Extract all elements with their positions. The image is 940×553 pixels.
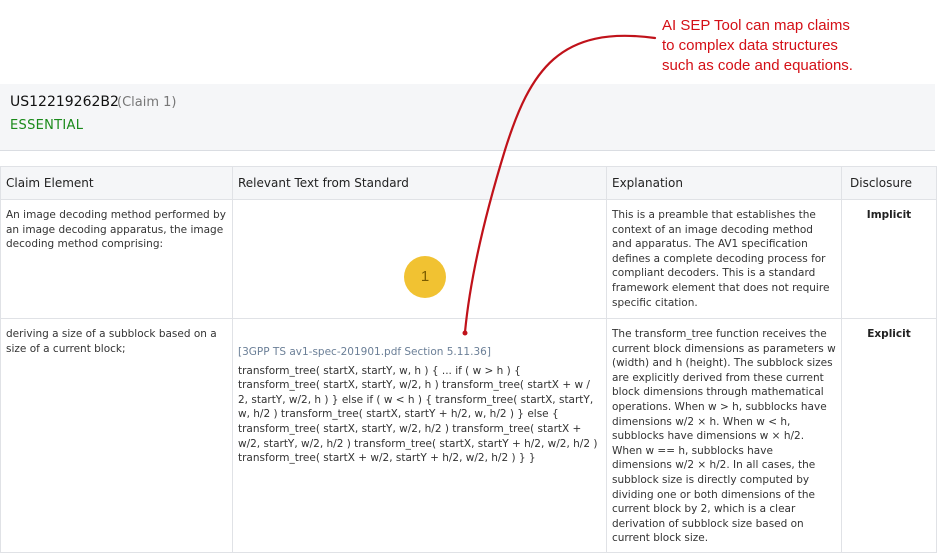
claims-table: Claim Element Relevant Text from Standar… (0, 166, 937, 553)
claim-element-cell: deriving a size of a subblock based on a… (0, 318, 233, 553)
claim-element-cell: An image decoding method performed by an… (0, 199, 233, 319)
disclosure-cell: Explicit (841, 318, 937, 553)
status-badge: ESSENTIAL (10, 118, 84, 133)
callout-line-2: to complex data structures (662, 37, 838, 54)
explanation-cell: The transform_tree function receives the… (606, 318, 842, 553)
column-header-explanation: Explanation (606, 166, 842, 200)
callout-line-3: such as code and equations. (662, 57, 853, 74)
table-row: deriving a size of a subblock based on a… (0, 318, 937, 553)
callout-line-1: AI SEP Tool can map claims (662, 17, 850, 34)
patent-id: US12219262B2 (10, 94, 119, 110)
table-row: An image decoding method performed by an… (0, 199, 937, 319)
claim-reference: (Claim 1) (117, 95, 177, 110)
table-header-row: Claim Element Relevant Text from Standar… (0, 166, 937, 200)
step-marker: 1 (404, 256, 446, 298)
callout-annotation: AI SEP Tool can map claims to complex da… (662, 16, 932, 76)
column-header-disclosure: Disclosure (841, 166, 937, 200)
column-header-claim-element: Claim Element (0, 166, 233, 200)
disclosure-cell: Implicit (841, 199, 937, 319)
relevant-text-cell: [3GPP TS av1-spec-201901.pdf Section 5.1… (232, 318, 607, 553)
code-excerpt: transform_tree( startX, startY, w, h ) {… (238, 364, 598, 465)
explanation-cell: This is a preamble that establishes the … (606, 199, 842, 319)
source-reference-link[interactable]: [3GPP TS av1-spec-201901.pdf Section 5.1… (238, 345, 601, 360)
column-header-relevant-text: Relevant Text from Standard (232, 166, 607, 200)
